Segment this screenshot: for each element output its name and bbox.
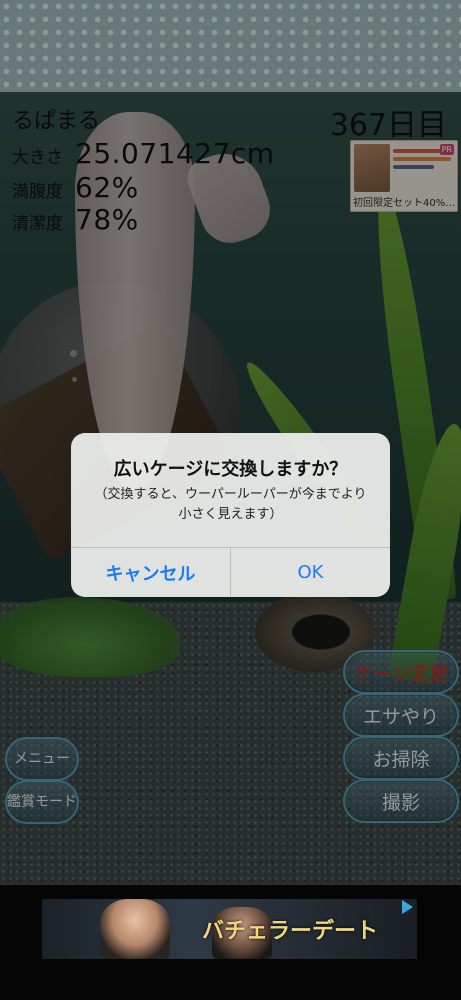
adchoices-icon[interactable] [402,900,413,914]
cancel-button[interactable]: キャンセル [71,548,230,597]
cage-change-dialog: 広いケージに交換しますか？ （交換すると、ウーパールーパーが今までより小さく見え… [71,433,390,597]
dialog-message: （交換すると、ウーパールーパーが今までより小さく見えます） [94,487,367,522]
bottom-ad-banner[interactable]: バチェラーデート [42,899,417,959]
ad-person-image [100,899,170,959]
dialog-title: 広いケージに交換しますか？ [113,459,348,480]
ad-headline: バチェラーデート [202,919,379,944]
bottom-ad-area: バチェラーデート [0,885,461,1000]
ok-button[interactable]: OK [231,548,390,597]
